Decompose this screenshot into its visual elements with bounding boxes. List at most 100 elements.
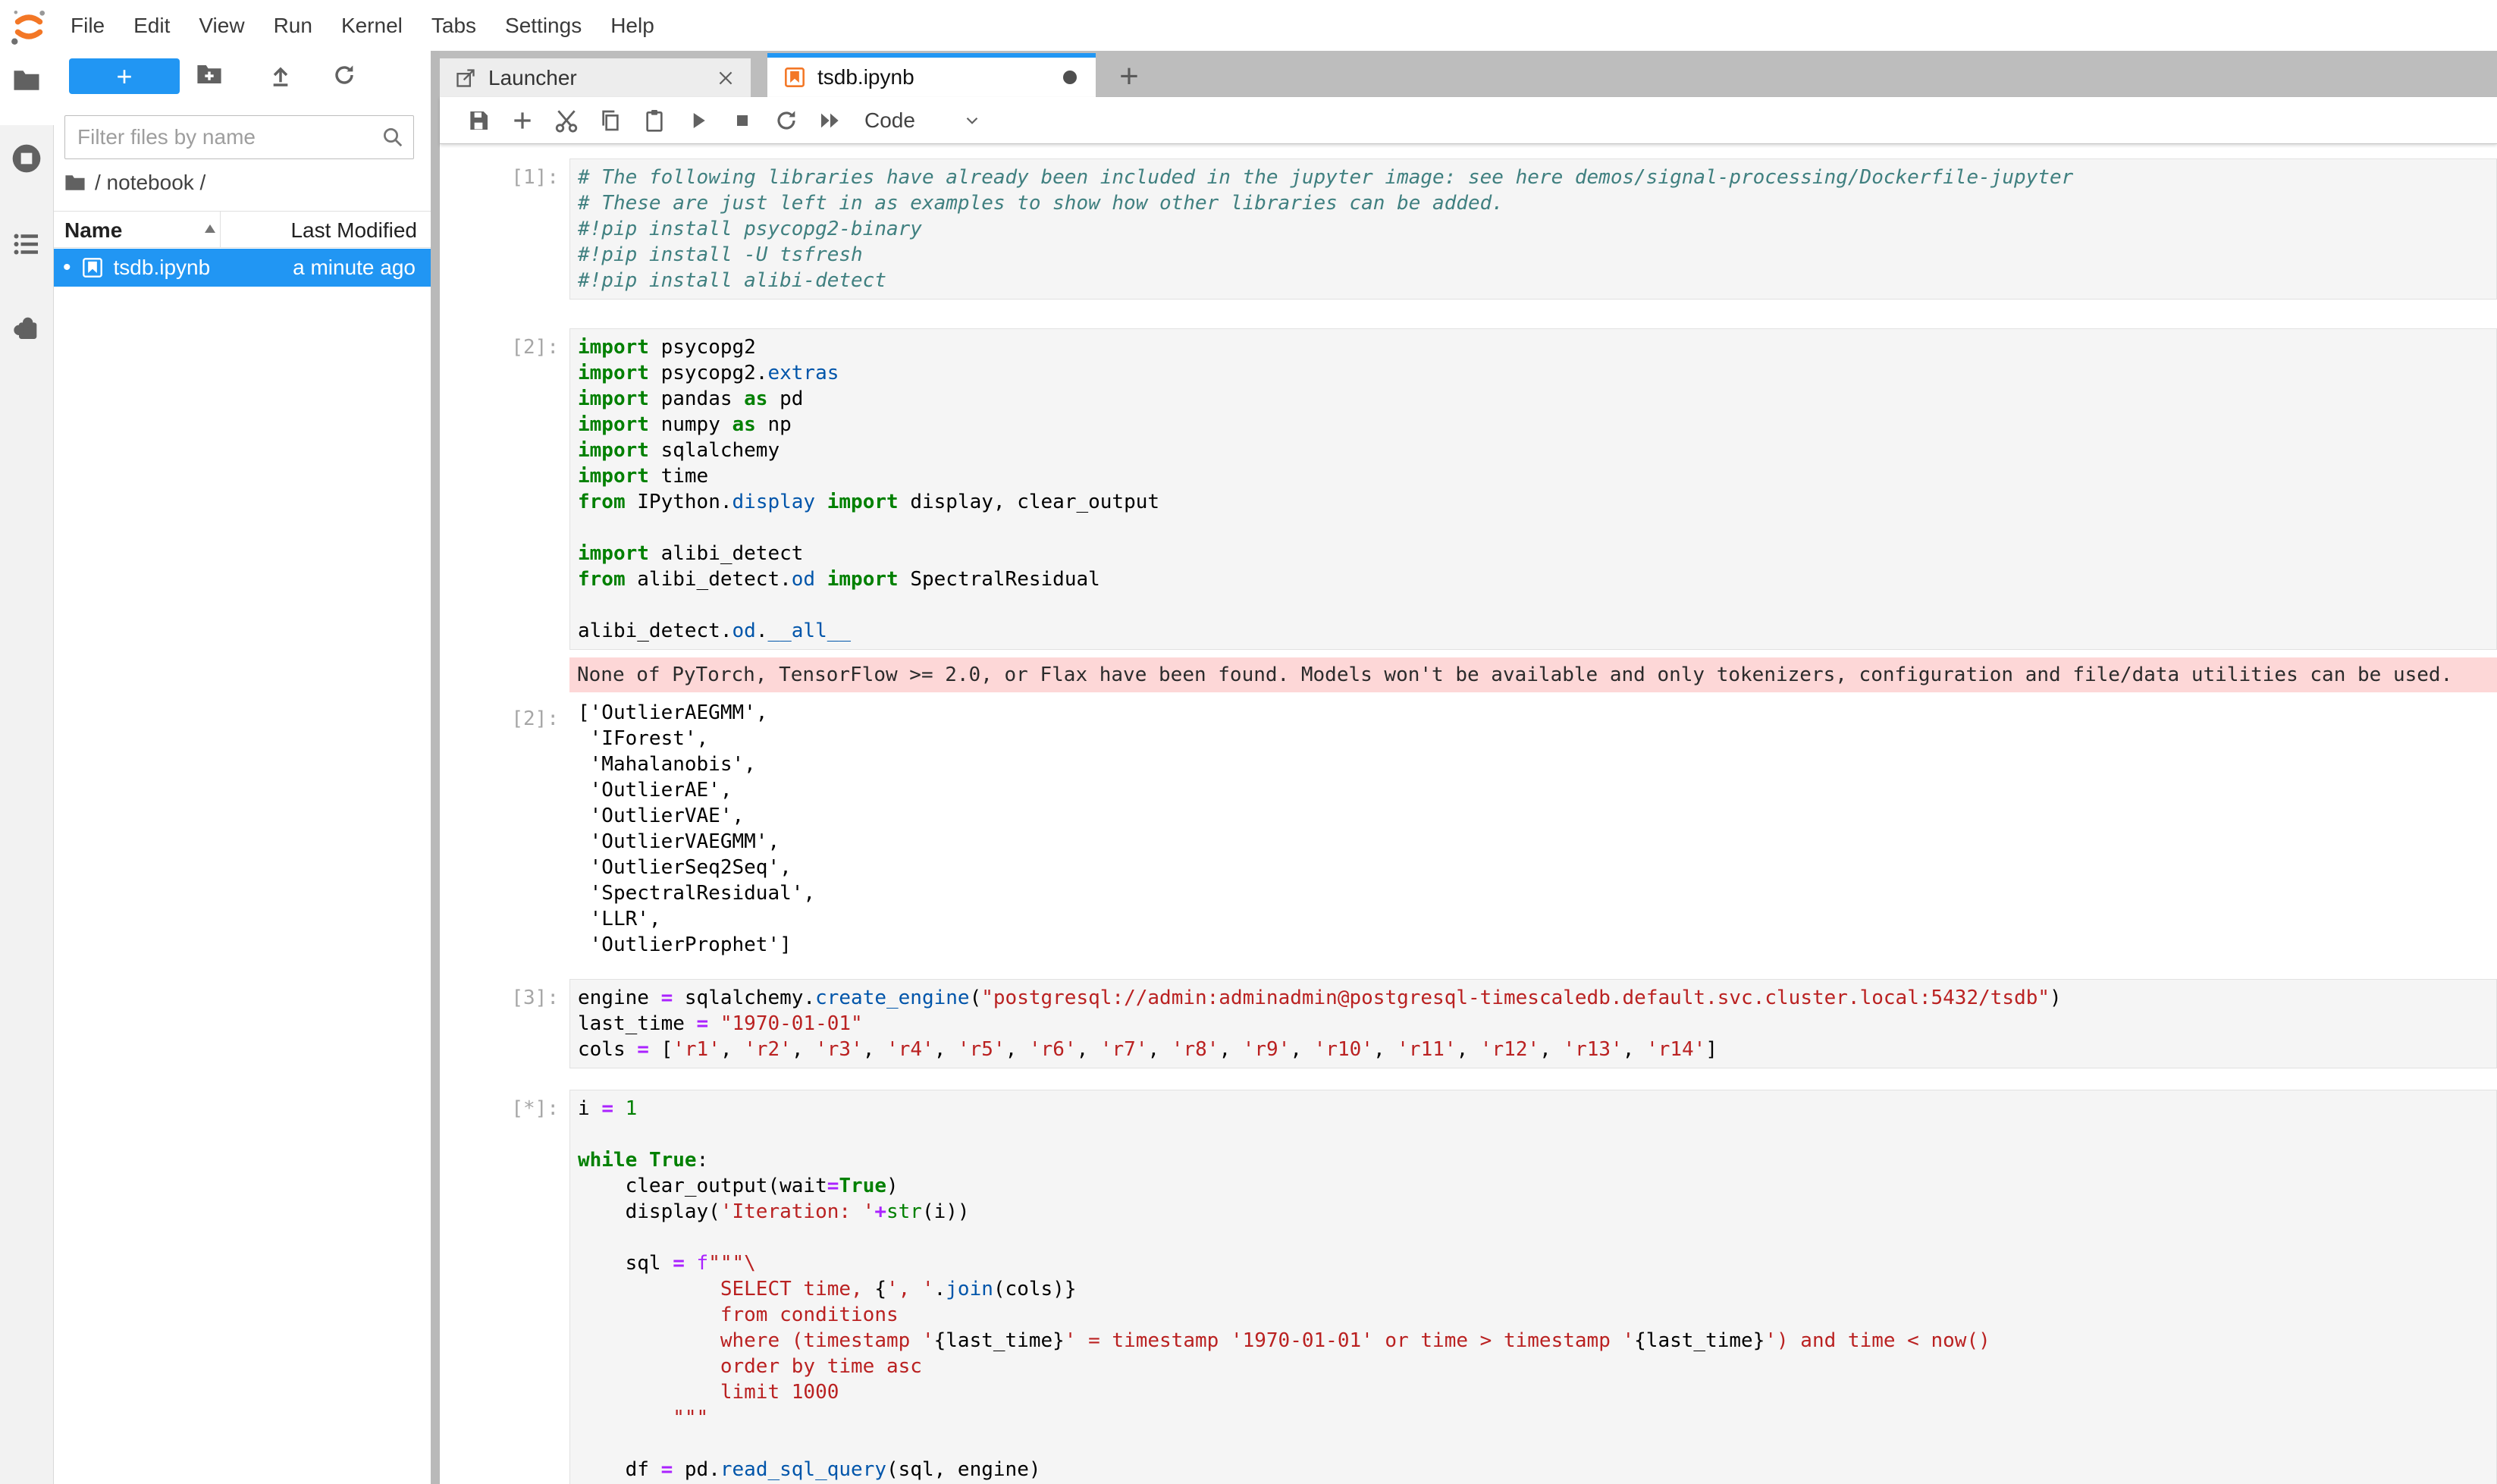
chevron-down-icon	[962, 111, 982, 130]
output-prompt: [2]:	[440, 700, 569, 958]
cell-type-dropdown[interactable]: Code	[864, 108, 982, 133]
breadcrumb[interactable]: / notebook /	[64, 171, 205, 195]
cell-editor[interactable]: # The following libraries have already b…	[569, 158, 2497, 300]
add-tab-button[interactable]: +	[1110, 58, 1148, 95]
code-line: from IPython.display import display, cle…	[578, 489, 2496, 515]
column-name[interactable]: Name	[64, 218, 122, 243]
menu-kernel[interactable]: Kernel	[327, 14, 417, 38]
code-line: import time	[578, 463, 2496, 489]
cell-prompt: [3]:	[440, 979, 569, 1068]
code-line: import numpy as np	[578, 412, 2496, 438]
table-of-contents-icon[interactable]	[13, 231, 40, 257]
run-cell-button[interactable]	[676, 105, 720, 136]
extensions-icon[interactable]	[11, 312, 42, 343]
breadcrumb-path: / notebook /	[95, 171, 205, 195]
tab-launcher[interactable]: Launcher	[440, 58, 751, 97]
code-line: alibi_detect.od.__all__	[578, 618, 2496, 644]
file-name: tsdb.ipynb	[114, 256, 293, 280]
code-line: #!pip install alibi-detect	[578, 268, 2496, 293]
menu-edit[interactable]: Edit	[119, 14, 184, 38]
cell-editor[interactable]: import psycopg2import psycopg2.extrasimp…	[569, 328, 2497, 650]
code-line: engine = sqlalchemy.create_engine("postg…	[578, 985, 2496, 1011]
code-line: # The following libraries have already b…	[578, 165, 2496, 190]
file-browser-panel: +	[54, 51, 431, 1484]
panel-divider[interactable]	[431, 51, 440, 1484]
running-kernels-icon[interactable]	[10, 142, 43, 175]
menu-run[interactable]: Run	[259, 14, 327, 38]
code-line: limit 1000	[578, 1379, 2496, 1405]
menu-file[interactable]: File	[56, 14, 119, 38]
left-sidebar	[0, 51, 54, 1484]
file-row-tsdb[interactable]: • tsdb.ipynb a minute ago	[54, 249, 431, 287]
cell-editor[interactable]: i = 1 while True: clear_output(wait=True…	[569, 1090, 2497, 1484]
cut-cells-button[interactable]	[544, 105, 588, 136]
column-last-modified[interactable]: Last Modified	[290, 218, 417, 243]
notebook-icon	[784, 67, 805, 88]
code-line: i = 1	[578, 1096, 2496, 1122]
cell-type-value: Code	[864, 108, 915, 133]
upload-icon[interactable]	[268, 63, 293, 87]
cell-prompt: [*]:	[440, 1090, 569, 1484]
code-cell: [2]:import psycopg2import psycopg2.extra…	[440, 328, 2497, 958]
code-line: from alibi_detect.od import SpectralResi…	[578, 566, 2496, 592]
menu-tabs[interactable]: Tabs	[417, 14, 491, 38]
interrupt-kernel-button[interactable]	[720, 105, 764, 136]
code-line: sql = f"""\	[578, 1250, 2496, 1276]
search-icon	[381, 126, 404, 149]
file-browser-icon[interactable]	[13, 68, 40, 93]
restart-kernel-button[interactable]	[764, 105, 808, 136]
sort-asc-icon[interactable]	[202, 222, 218, 236]
notebook-toolbar: Code	[440, 97, 2497, 144]
code-cell: [1]: # The following libraries have alrea…	[440, 158, 2497, 300]
paste-cells-button[interactable]	[632, 105, 676, 136]
jupyter-logo-icon	[9, 8, 49, 47]
file-search-input[interactable]	[65, 125, 381, 149]
notebook-cell-area[interactable]: [1]: # The following libraries have alrea…	[440, 144, 2497, 1484]
cell-input-row: [2]:import psycopg2import psycopg2.extra…	[440, 328, 2497, 650]
code-line	[578, 1122, 2496, 1147]
code-line	[578, 592, 2496, 618]
code-line	[578, 515, 2496, 541]
code-line: import psycopg2.extras	[578, 360, 2496, 386]
code-cell: [3]: engine = sqlalchemy.create_engine("p…	[440, 979, 2497, 1068]
folder-icon	[64, 174, 86, 192]
code-line: import sqlalchemy	[578, 438, 2496, 463]
code-line: where (timestamp '{last_time}' = timesta…	[578, 1328, 2496, 1354]
code-line	[578, 1225, 2496, 1250]
code-line: import alibi_detect	[578, 541, 2496, 566]
dirty-indicator-icon[interactable]	[1061, 68, 1079, 86]
code-line	[578, 1431, 2496, 1457]
menu-help[interactable]: Help	[596, 14, 669, 38]
menu-settings[interactable]: Settings	[491, 14, 596, 38]
output-text: ['OutlierAEGMM', 'IForest', 'Mahalanobis…	[569, 700, 815, 958]
code-line: #!pip install -U tsfresh	[578, 242, 2496, 268]
code-line: last_time = "1970-01-01"	[578, 1011, 2496, 1037]
close-icon[interactable]	[716, 68, 736, 88]
copy-cells-button[interactable]	[588, 105, 632, 136]
cell-editor[interactable]: engine = sqlalchemy.create_engine("postg…	[569, 979, 2497, 1068]
code-line: df = pd.read_sql_query(sql, engine)	[578, 1457, 2496, 1482]
jupyterlab-window: FileEditViewRunKernelTabsSettingsHelp	[0, 0, 2497, 1484]
menu-view[interactable]: View	[184, 14, 259, 38]
refresh-icon[interactable]	[332, 63, 356, 87]
restart-run-all-button[interactable]	[808, 105, 852, 136]
stderr-output: None of PyTorch, TensorFlow >= 2.0, or F…	[569, 657, 2497, 692]
main-dock-panel: Launcher tsdb.ipynb +	[440, 51, 2497, 1484]
new-launcher-button[interactable]: +	[69, 58, 180, 94]
save-button[interactable]	[456, 105, 500, 136]
cell-prompt: [1]:	[440, 158, 569, 300]
notebook-file-icon	[82, 257, 103, 278]
tab-tsdb-notebook[interactable]: tsdb.ipynb	[767, 53, 1096, 97]
code-line: while True:	[578, 1147, 2496, 1173]
code-line: import pandas as pd	[578, 386, 2496, 412]
new-folder-icon[interactable]	[196, 63, 222, 86]
cell-input-row: [1]: # The following libraries have alrea…	[440, 158, 2497, 300]
code-line: SELECT time, {', '.join(cols)}	[578, 1276, 2496, 1302]
code-line: from conditions	[578, 1302, 2496, 1328]
add-cell-button[interactable]	[500, 105, 544, 136]
code-cell: [*]:i = 1 while True: clear_output(wait=…	[440, 1090, 2497, 1484]
launcher-icon	[455, 67, 476, 89]
code-line: """	[578, 1405, 2496, 1431]
code-line: display('Iteration: '+str(i))	[578, 1199, 2496, 1225]
code-line: cols = ['r1', 'r2', 'r3', 'r4', 'r5', 'r…	[578, 1037, 2496, 1062]
